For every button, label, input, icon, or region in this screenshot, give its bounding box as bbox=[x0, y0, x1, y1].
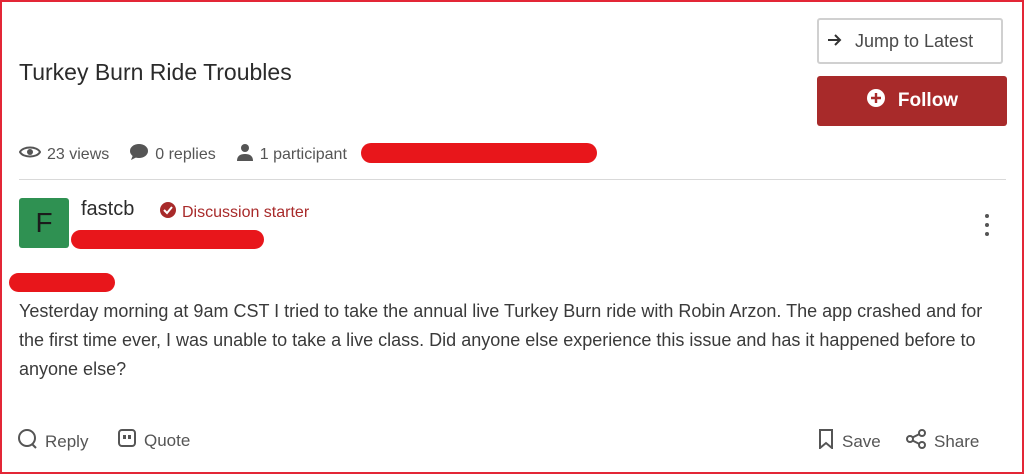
eye-icon bbox=[18, 144, 42, 165]
discussion-starter-badge: Discussion starter bbox=[160, 202, 309, 223]
quote-label: Quote bbox=[144, 430, 191, 450]
quote-button[interactable]: Quote bbox=[118, 429, 190, 452]
arrow-right-icon bbox=[827, 31, 843, 52]
thread-card: Turkey Burn Ride Troubles Jump to Latest… bbox=[0, 0, 1024, 474]
avatar[interactable]: F bbox=[19, 198, 69, 248]
reply-icon bbox=[17, 429, 37, 454]
participants-count: 1 participant bbox=[259, 145, 347, 163]
plus-circle-icon bbox=[866, 88, 886, 114]
follow-button[interactable]: Follow bbox=[817, 76, 1007, 126]
reply-button[interactable]: Reply bbox=[17, 429, 88, 454]
divider bbox=[19, 179, 1006, 180]
share-icon bbox=[906, 429, 926, 454]
thread-stats: 23 views 0 replies 1 participant bbox=[18, 143, 367, 166]
replies-count: 0 replies bbox=[155, 145, 216, 163]
views-count: 23 views bbox=[47, 145, 110, 163]
replies-stat: 0 replies bbox=[129, 143, 216, 166]
redaction-mark bbox=[9, 273, 115, 292]
views-stat: 23 views bbox=[18, 144, 110, 165]
user-icon bbox=[236, 143, 254, 166]
participants-stat: 1 participant bbox=[236, 143, 347, 166]
username[interactable]: fastcb bbox=[81, 198, 134, 221]
quote-icon bbox=[118, 429, 136, 452]
bookmark-icon bbox=[818, 429, 834, 454]
share-label: Share bbox=[934, 431, 980, 451]
save-button[interactable]: Save bbox=[818, 429, 881, 454]
comment-icon bbox=[129, 143, 149, 166]
thread-title: Turkey Burn Ride Troubles bbox=[19, 59, 292, 85]
redaction-mark bbox=[71, 230, 264, 249]
save-label: Save bbox=[842, 431, 881, 451]
kebab-icon[interactable] bbox=[980, 214, 994, 236]
post-body: Yesterday morning at 9am CST I tried to … bbox=[19, 301, 983, 379]
share-button[interactable]: Share bbox=[906, 429, 979, 454]
jump-to-latest-button[interactable]: Jump to Latest bbox=[817, 18, 1003, 64]
check-badge-icon bbox=[160, 202, 176, 223]
jump-label: Jump to Latest bbox=[855, 30, 974, 51]
badge-label: Discussion starter bbox=[182, 203, 310, 221]
reply-label: Reply bbox=[45, 431, 89, 451]
follow-label: Follow bbox=[897, 90, 959, 111]
redaction-mark bbox=[361, 143, 597, 163]
